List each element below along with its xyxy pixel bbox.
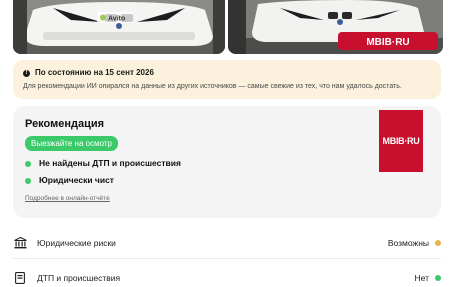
mbib-logo: MBIB·RU — [379, 110, 423, 172]
row-value-text: Нет — [414, 273, 429, 283]
recommendation-title: Рекомендация — [25, 118, 105, 130]
status-dot-icon — [25, 177, 31, 184]
avito-watermark: Avito — [108, 16, 125, 23]
recommendation-card: Рекомендация Выезжайте на осмотр Не найд… — [13, 106, 441, 218]
row-value: Нет — [415, 273, 441, 283]
row-label: Юридические риски — [37, 238, 116, 248]
check-item-accidents: Не найдены ДТП и происшествия — [25, 158, 429, 169]
recommendation-badge: Выезжайте на осмотр — [25, 136, 118, 151]
document-icon — [13, 271, 27, 285]
data-freshness-notice: ! По состоянию на 15 сент 2026 Для реком… — [13, 60, 441, 99]
logo-text: MBIB·RU — [382, 136, 420, 146]
notice-text: Для рекомендации ИИ опирался на данные и… — [23, 83, 402, 90]
car-photos: Avito MBIB·RU — [0, 0, 456, 56]
check-label: Не найдены ДТП и происшествия — [39, 158, 181, 168]
row-accidents[interactable]: ДТП и происшествия Нет — [13, 266, 441, 287]
car-photo-left[interactable]: Avito — [13, 0, 225, 54]
notice-title: По состоянию на 15 сент 2026 — [35, 68, 154, 77]
row-value: Возможны — [388, 238, 441, 248]
bank-icon — [13, 236, 27, 250]
row-label: ДТП и происшествия — [37, 273, 121, 283]
car-image-left: Avito — [13, 0, 225, 54]
notice-title-row: ! По состоянию на 15 сент 2026 — [23, 68, 431, 78]
warning-icon: ! — [23, 69, 30, 77]
row-value-text: Возможны — [387, 238, 429, 248]
car-photo-right[interactable]: MBIB·RU — [228, 0, 443, 54]
mbib-watermark: MBIB·RU — [366, 37, 409, 48]
car-image-right: MBIB·RU — [228, 0, 443, 54]
status-dot-icon — [25, 160, 31, 167]
status-dot-icon — [435, 275, 441, 281]
divider — [13, 258, 441, 259]
status-dot-icon — [435, 240, 441, 246]
check-label: Юридически чист — [39, 175, 114, 185]
check-item-legal: Юридически чист — [25, 175, 429, 186]
online-report-link[interactable]: Подробнее в онлайн-отчёте — [25, 195, 110, 203]
row-legal-risks[interactable]: Юридические риски Возможны — [13, 231, 441, 255]
